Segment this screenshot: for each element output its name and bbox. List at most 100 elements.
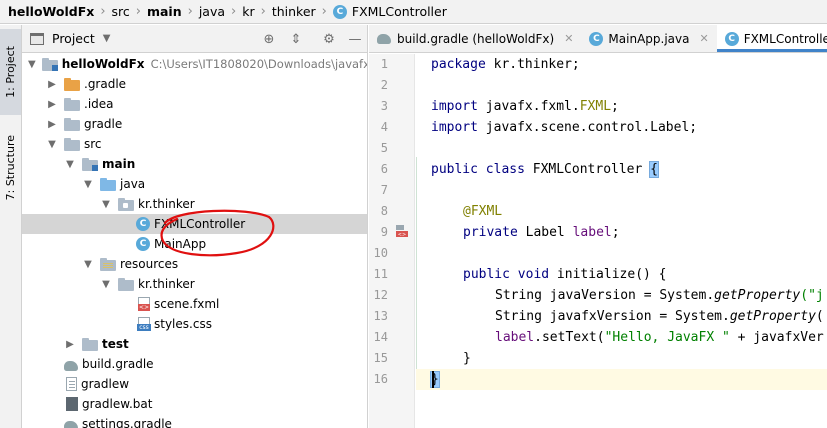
tree-item-fxmlcontroller[interactable]: C FXMLController [22, 214, 367, 234]
tab-mainapp[interactable]: C MainApp.java ✕ [581, 25, 716, 52]
tree-item-settings-gradle[interactable]: settings.gradle [22, 414, 367, 428]
line-number: 10 [373, 246, 388, 260]
collapse-all-icon[interactable]: ⇕ [288, 31, 304, 47]
project-tree: ▼ helloWoldFx C:\Users\IT1808020\Downloa… [22, 54, 368, 428]
tree-item-styles-css[interactable]: styles.css [22, 314, 367, 334]
breadcrumb-kr[interactable]: kr [242, 4, 254, 19]
tab-fxmlcontroller[interactable]: C FXMLController.java ✕ [716, 25, 827, 52]
chevron-right-icon: › [187, 4, 193, 19]
code-line: import javafx.scene.control.Label; [431, 120, 698, 135]
chevron-right-icon[interactable]: ▶ [46, 99, 58, 110]
code-line: String javafxVersion = System.getPropert… [495, 309, 824, 324]
chevron-down-icon[interactable]: ▼ [82, 179, 94, 190]
tree-item-gradle-dir[interactable]: ▶ .gradle [22, 74, 367, 94]
tree-item-src[interactable]: ▼ src [22, 134, 367, 154]
window-icon [30, 32, 44, 45]
tree-item-test[interactable]: ▶ test [22, 334, 367, 354]
tree-label: build.gradle [82, 357, 154, 371]
code-line: import javafx.fxml.FXML; [431, 99, 619, 114]
editor-gutter[interactable]: 1 2 3 4 5 6 7 8 9 10 11 12 13 14 15 16 <… [369, 54, 415, 428]
tree-label: styles.css [154, 317, 212, 331]
line-number: 2 [380, 78, 388, 92]
project-tool-label: 1: Project [4, 46, 17, 98]
editor-tabs: build.gradle (helloWoldFx) ✕ C MainApp.j… [369, 25, 827, 53]
project-panel-header: Project ▼ ⊕ ⇕ ⚙ — [22, 25, 367, 53]
breadcrumb: helloWoldFx › src › main › java › kr › t… [0, 0, 827, 24]
chevron-right-icon[interactable]: ▶ [46, 79, 58, 90]
chevron-down-icon[interactable]: ▼ [100, 279, 112, 290]
chevron-down-icon[interactable]: ▼ [28, 59, 36, 70]
code-line: @FXML [463, 204, 503, 219]
tree-item-gradlew[interactable]: gradlew [22, 374, 367, 394]
folder-icon [64, 97, 80, 111]
tab-build-gradle[interactable]: build.gradle (helloWoldFx) ✕ [369, 25, 581, 52]
tree-item-build-gradle[interactable]: build.gradle [22, 354, 367, 374]
tree-label: src [84, 137, 102, 151]
line-number: 12 [373, 288, 388, 302]
tree-label: java [120, 177, 146, 191]
tree-item-resources[interactable]: ▼ resources [22, 254, 367, 274]
chevron-down-icon[interactable]: ▼ [82, 259, 94, 270]
tab-label: MainApp.java [608, 31, 690, 46]
class-icon: C [724, 31, 739, 46]
locate-icon[interactable]: ⊕ [261, 31, 277, 47]
tree-item-gradle[interactable]: ▶ gradle [22, 114, 367, 134]
breadcrumb-src[interactable]: src [112, 4, 130, 19]
chevron-right-icon[interactable]: ▶ [46, 119, 58, 130]
line-number: 11 [373, 267, 388, 281]
code-line: public class FXMLController { [431, 161, 659, 178]
tree-item-package[interactable]: ▼ kr.thinker [22, 194, 367, 214]
tree-item-main[interactable]: ▼ main [22, 154, 367, 174]
chevron-down-icon[interactable]: ▼ [100, 199, 112, 210]
tree-item-res-package[interactable]: ▼ kr.thinker [22, 274, 367, 294]
line-number: 1 [380, 57, 388, 71]
tree-label: MainApp [154, 237, 207, 251]
excluded-folder-icon [64, 77, 80, 91]
tree-item-scene-fxml[interactable]: scene.fxml [22, 294, 367, 314]
class-icon: C [589, 31, 604, 46]
tree-item-java[interactable]: ▼ java [22, 174, 367, 194]
gear-icon[interactable]: ⚙ [321, 31, 337, 47]
svg-text:<>: <> [398, 232, 406, 238]
breadcrumb-thinker[interactable]: thinker [272, 4, 316, 19]
tree-item-mainapp[interactable]: C MainApp [22, 234, 367, 254]
source-folder-icon [100, 177, 116, 191]
class-icon: C [136, 217, 150, 231]
project-tool-button[interactable]: 1: Project [0, 29, 21, 115]
tree-item-idea[interactable]: ▶ .idea [22, 94, 367, 114]
structure-tool-label: 7: Structure [4, 135, 17, 201]
project-view-selector[interactable]: Project [52, 31, 95, 46]
breadcrumb-file-label: FXMLController [351, 4, 447, 19]
package-icon [118, 197, 134, 211]
chevron-right-icon[interactable]: ▶ [64, 339, 76, 350]
chevron-down-icon[interactable]: ▼ [46, 139, 58, 150]
breadcrumb-file[interactable]: C FXMLController [332, 4, 447, 19]
code-line: public void initialize() { [463, 267, 667, 282]
close-icon[interactable]: ✕ [564, 32, 573, 45]
fxml-file-icon [138, 297, 150, 311]
tree-item-gradlew-bat[interactable]: gradlew.bat [22, 394, 367, 414]
folder-icon [64, 117, 80, 131]
tool-window-stripe: 1: Project 7: Structure [0, 25, 22, 428]
close-icon[interactable]: ✕ [699, 32, 708, 45]
structure-tool-button[interactable]: 7: Structure [0, 120, 21, 216]
line-number: 13 [373, 309, 388, 323]
tree-label: .idea [84, 97, 114, 111]
gradle-file-icon [64, 420, 78, 428]
breadcrumb-project[interactable]: helloWoldFx [8, 4, 94, 19]
line-number: 3 [380, 99, 388, 113]
line-number: 15 [373, 351, 388, 365]
chevron-down-icon[interactable]: ▼ [64, 159, 76, 170]
class-icon: C [332, 4, 347, 19]
code-editor[interactable]: package kr.thinker; import javafx.fxml.F… [416, 54, 827, 428]
breadcrumb-java[interactable]: java [199, 4, 225, 19]
code-line: label.setText("Hello, JavaFX " + javafxV… [495, 330, 824, 345]
tab-label: FXMLController.java [743, 31, 827, 46]
dropdown-arrow-icon[interactable]: ▼ [103, 33, 111, 44]
tree-path-hint: C:\Users\IT1808020\Downloads\javafx_ [150, 57, 368, 71]
hide-panel-icon[interactable]: — [347, 31, 363, 47]
fxml-navigation-icon[interactable]: <> [395, 224, 409, 238]
breadcrumb-main[interactable]: main [147, 4, 182, 19]
line-number: 9 [380, 225, 388, 239]
tree-item-root[interactable]: ▼ helloWoldFx C:\Users\IT1808020\Downloa… [22, 54, 368, 74]
